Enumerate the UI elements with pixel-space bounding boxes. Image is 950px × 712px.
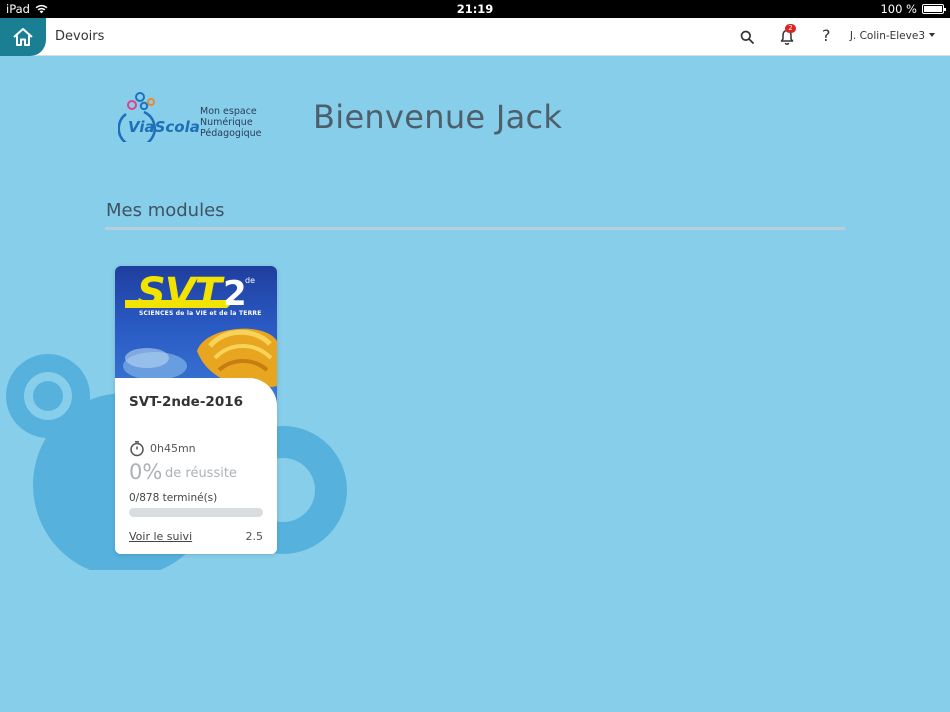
viascola-logo: ViaScola Mon espace Numérique Pédagogiqu…: [118, 90, 268, 144]
section-title: Mes modules: [106, 200, 225, 221]
logo-wordmark: ViaScola: [128, 118, 200, 136]
progress-bar: [129, 508, 263, 517]
welcome-heading: Bienvenue Jack: [313, 98, 563, 136]
cover-grade: 2: [223, 274, 247, 314]
user-name: J. Colin-Eleve3: [849, 30, 925, 42]
user-menu[interactable]: J. Colin-Eleve3: [850, 30, 935, 42]
battery-icon: [922, 4, 946, 14]
cover-subtitle: SCIENCES de la VIE et de la TERRE: [139, 310, 262, 317]
chevron-down-icon: [929, 33, 935, 37]
timer-icon: [130, 441, 144, 457]
page-title: Devoirs: [55, 29, 105, 44]
view-progress-link[interactable]: Voir le suivi: [129, 530, 192, 543]
notification-badge: 2: [785, 24, 796, 33]
top-navigation: Devoirs 2 ? J. Colin-Eleve3: [0, 18, 950, 56]
module-name: SVT-2nde-2016: [129, 394, 243, 410]
module-version: 2.5: [245, 530, 264, 543]
clock: 21:19: [456, 2, 494, 16]
status-bar: iPad 21:19 100 %: [0, 0, 950, 18]
completion-count: 0/878 terminé(s): [129, 492, 218, 504]
home-icon: [13, 28, 33, 46]
module-duration: 0h45mn: [150, 442, 196, 455]
module-card[interactable]: SVT 2 de SCIENCES de la VIE et de la TER…: [115, 266, 277, 554]
module-card-body: SVT-2nde-2016 0h45mn 0% de réussite 0/87…: [115, 378, 277, 554]
help-button[interactable]: ?: [822, 26, 831, 45]
battery-percent: 100 %: [880, 2, 917, 16]
success-percent: 0%: [129, 460, 163, 484]
home-button[interactable]: [0, 18, 46, 56]
notifications-button[interactable]: 2: [779, 24, 796, 46]
section-divider: [105, 227, 845, 230]
search-icon[interactable]: [740, 30, 754, 44]
cover-grade-suffix: de: [245, 276, 255, 285]
logo-tagline: Mon espace Numérique Pédagogique: [200, 106, 262, 139]
success-label: de réussite: [165, 466, 237, 481]
